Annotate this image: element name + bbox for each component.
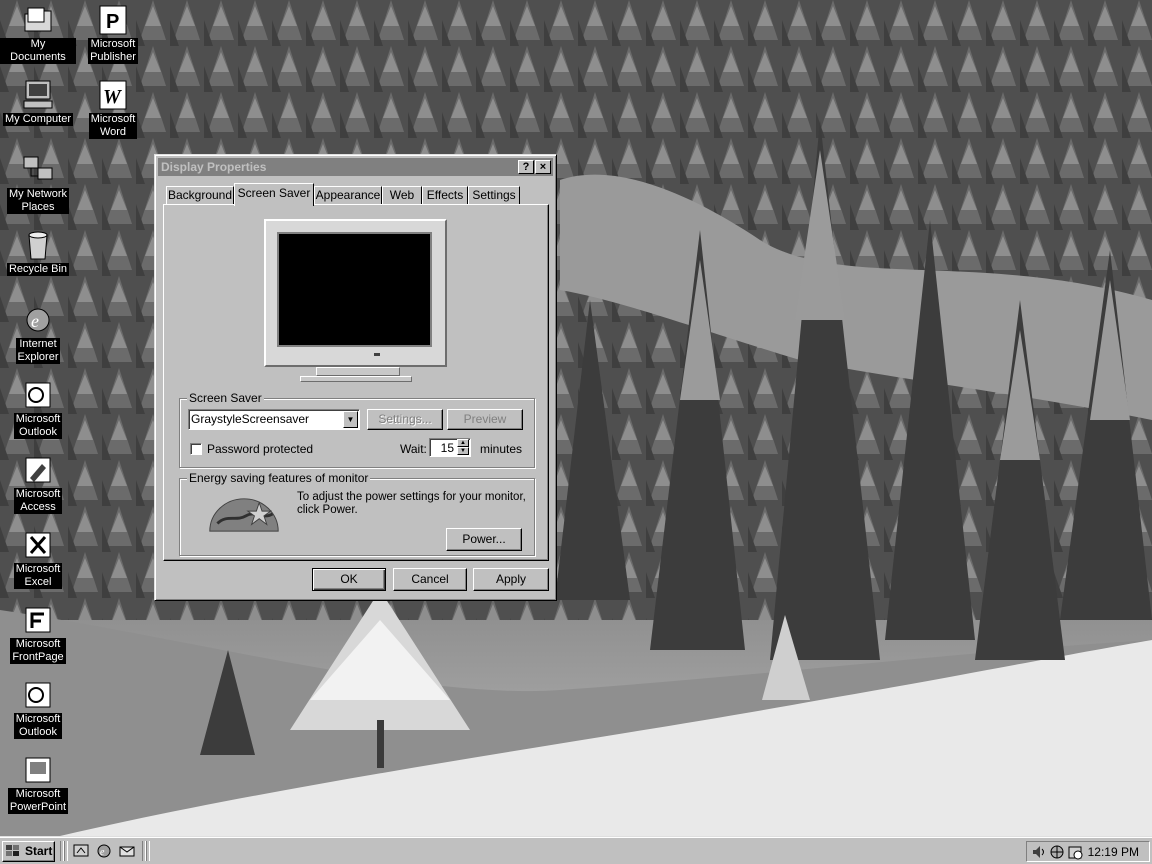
desktop-icon-microsoft-outlook-2[interactable]: Microsoft Outlook	[0, 679, 76, 739]
task-area-grip[interactable]	[146, 841, 150, 861]
access-icon	[25, 457, 51, 483]
desktop-icon-label: Microsoft Word	[88, 113, 138, 139]
apply-button[interactable]: Apply	[473, 568, 549, 591]
screen-saver-select-value: GraystyleScreensaver	[191, 412, 310, 426]
desktop-icon-label: Microsoft Outlook	[13, 713, 63, 739]
ok-button[interactable]: OK	[312, 568, 386, 591]
spin-down-icon[interactable]: ▼	[457, 447, 469, 455]
cancel-button[interactable]: Cancel	[393, 568, 467, 591]
word-icon: W	[99, 80, 127, 110]
help-button[interactable]: ?	[518, 160, 534, 174]
preview-screen	[277, 232, 432, 347]
desktop-icon-microsoft-excel[interactable]: Microsoft Excel	[0, 529, 76, 589]
desktop-icon-label: Microsoft Publisher	[88, 38, 138, 64]
outlook-icon	[25, 682, 51, 708]
desktop-icon-internet-explorer[interactable]: e Internet Explorer	[0, 304, 76, 364]
desktop-icon-label: My Documents	[0, 38, 76, 64]
scheduler-icon[interactable]	[1067, 844, 1083, 860]
taskbar: Start e 12:19 PM	[0, 836, 1152, 864]
screen-saver-group: Screen Saver GraystyleScreensaver ▼ Sett…	[179, 391, 535, 468]
desktop-icon-microsoft-frontpage[interactable]: Microsoft FrontPage	[0, 604, 76, 664]
powerpoint-icon	[25, 757, 51, 783]
desktop-icon-recycle-bin[interactable]: Recycle Bin	[0, 229, 76, 276]
tab-screen-saver[interactable]: Screen Saver	[234, 183, 314, 206]
clock[interactable]: 12:19 PM	[1088, 845, 1139, 859]
power-button[interactable]: Power...	[446, 528, 522, 551]
tab-effects[interactable]: Effects	[422, 186, 468, 205]
preview-button[interactable]: Preview	[447, 409, 523, 430]
frontpage-icon	[25, 607, 51, 633]
tab-appearance[interactable]: Appearance	[314, 186, 382, 205]
dialog-title: Display Properties	[161, 160, 267, 174]
screen-saver-tab-panel: Screen Saver GraystyleScreensaver ▼ Sett…	[163, 204, 549, 561]
desktop-icon-my-documents[interactable]: My Documents	[0, 4, 76, 64]
monitor-power-led	[374, 353, 380, 356]
start-label: Start	[25, 844, 53, 858]
spin-up-icon[interactable]: ▲	[457, 439, 469, 447]
svg-text:P: P	[106, 11, 119, 33]
system-tray: 12:19 PM	[1026, 841, 1150, 862]
internet-explorer-icon[interactable]: e	[95, 843, 113, 859]
windows-logo-icon	[6, 845, 19, 856]
dialog-titlebar[interactable]: Display Properties ? ×	[158, 158, 553, 176]
minutes-label: minutes	[480, 442, 523, 456]
monitor-stand-base	[300, 376, 412, 382]
desktop-icon-microsoft-word[interactable]: W Microsoft Word	[75, 79, 151, 139]
computer-icon	[23, 80, 53, 109]
outlook-icon	[25, 382, 51, 408]
desktop-icon-label: Internet Explorer	[15, 338, 61, 364]
desktop-icon-microsoft-powerpoint[interactable]: Microsoft PowerPoint	[0, 754, 76, 814]
desktop-icon-label: Microsoft Outlook	[13, 413, 63, 439]
folder-documents-icon	[24, 7, 52, 32]
network-icon[interactable]	[1049, 844, 1065, 860]
svg-text:W: W	[103, 86, 122, 108]
svg-text:e: e	[100, 847, 105, 858]
desktop-icon-microsoft-publisher[interactable]: P Microsoft Publisher	[75, 4, 151, 64]
screen-saver-group-label: Screen Saver	[187, 391, 264, 405]
desktop-icon-label: Microsoft FrontPage	[10, 638, 66, 664]
desktop-icon-microsoft-access[interactable]: Microsoft Access	[0, 454, 76, 514]
desktop-icon-label: Microsoft Excel	[13, 563, 63, 589]
screen-saver-select[interactable]: GraystyleScreensaver ▼	[188, 409, 360, 430]
internet-explorer-icon: e	[26, 308, 50, 332]
desktop-icon-my-computer[interactable]: My Computer	[0, 79, 76, 126]
desktop-icon-label: Recycle Bin	[6, 263, 70, 276]
wait-minutes-value: 15	[440, 441, 454, 455]
energy-description: To adjust the power settings for your mo…	[297, 491, 526, 516]
wait-label: Wait:	[400, 442, 427, 456]
monitor-stand-neck	[316, 367, 400, 376]
energy-saving-group-label: Energy saving features of monitor	[187, 471, 371, 485]
tab-web[interactable]: Web	[382, 186, 422, 205]
chevron-down-icon[interactable]: ▼	[343, 411, 358, 428]
quick-launch-grip[interactable]	[64, 841, 68, 861]
publisher-icon: P	[99, 5, 127, 35]
desktop-icon-label: My Network Places	[6, 188, 70, 214]
start-button[interactable]: Start	[2, 841, 55, 862]
show-desktop-icon[interactable]	[72, 843, 90, 859]
password-protected-label: Password protected	[207, 442, 314, 456]
password-protected-checkbox[interactable]	[190, 443, 202, 455]
monitor-preview	[264, 219, 447, 367]
desktop-icon-my-network-places[interactable]: My Network Places	[0, 154, 76, 214]
desktop-icon-label: Microsoft Access	[13, 488, 63, 514]
desktop-icon-microsoft-outlook[interactable]: Microsoft Outlook	[0, 379, 76, 439]
recycle-bin-icon	[28, 231, 48, 260]
svg-text:e: e	[31, 311, 39, 331]
outlook-express-icon[interactable]	[118, 843, 136, 859]
close-button[interactable]: ×	[535, 160, 551, 174]
energy-saving-group: Energy saving features of monitor To adj…	[179, 471, 535, 556]
wait-minutes-stepper[interactable]: 15 ▲ ▼	[429, 438, 471, 457]
network-places-icon	[23, 156, 53, 180]
volume-icon[interactable]	[1031, 844, 1047, 860]
excel-icon	[25, 532, 51, 558]
desktop-icon-label: My Computer	[2, 113, 74, 126]
tab-background[interactable]: Background	[166, 186, 234, 205]
tab-settings[interactable]: Settings	[468, 186, 520, 205]
energy-star-globe-icon	[209, 498, 279, 532]
settings-button[interactable]: Settings...	[367, 409, 443, 430]
desktop-icon-label: Microsoft PowerPoint	[7, 788, 69, 814]
display-properties-dialog: Display Properties ? × Background Screen…	[154, 154, 557, 601]
